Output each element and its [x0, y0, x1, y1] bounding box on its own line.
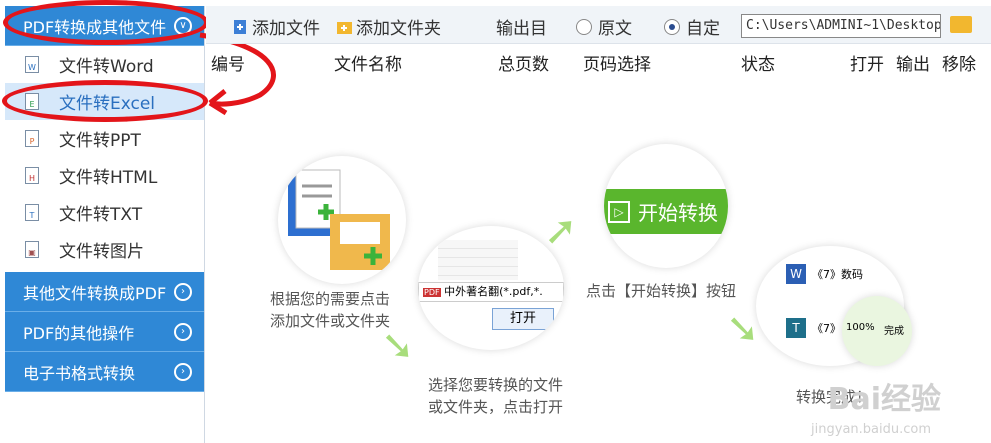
category-other-to-pdf[interactable]: 其他文件转换成PDF ›	[5, 272, 204, 312]
file-list	[438, 240, 518, 280]
radio-button[interactable]	[576, 18, 592, 35]
step1-circle	[278, 156, 406, 284]
radio-button[interactable]	[664, 18, 680, 35]
step-arrow-3-icon: ➘	[726, 306, 760, 352]
col-num: 编号	[211, 55, 245, 75]
toolbar: 添加文件 添加文件夹 输出目 原文 自定 C:\Users\ADMINI~1\D…	[206, 6, 991, 44]
pdf-icon: PDF	[423, 288, 441, 297]
done-item-2: 《7》	[812, 322, 841, 335]
sidebar-item-label: 文件转Word	[59, 57, 154, 77]
sidebar-item-label: 文件转TXT	[59, 205, 143, 225]
col-pages: 总页数	[498, 55, 549, 75]
table-header: 编号 文件名称 总页数 页码选择 状态 打开 输出 移除	[206, 45, 991, 77]
step2-caption: 选择您要转换的文件 或文件夹，点击打开	[428, 376, 564, 416]
col-page-select: 页码选择	[583, 55, 651, 75]
word-icon: W	[786, 264, 806, 284]
html-file-icon: H	[25, 167, 39, 184]
col-filename: 文件名称	[334, 55, 402, 75]
step3-circle: ▷ 开始转换	[604, 144, 728, 268]
radio-custom-label: 自定	[686, 19, 720, 39]
col-output: 输出	[896, 55, 930, 75]
sidebar-item-ppt[interactable]: P 文件转PPT	[5, 120, 204, 157]
step-arrow-2-icon: ➚	[544, 208, 578, 254]
chevron-right-icon: ›	[174, 323, 192, 341]
folder-browse-icon[interactable]	[950, 16, 972, 33]
annotation-circle-category	[3, 0, 209, 45]
sidebar: PDF转换成其他文件 ∨ W 文件转Word E 文件转Excel P 文件转P…	[5, 6, 205, 443]
dialog-filter: (*.pdf,*.	[499, 285, 543, 298]
col-open: 打开	[850, 55, 884, 75]
done-status-text: 完成	[884, 326, 904, 337]
output-dir-label: 输出目	[496, 19, 547, 39]
category-label: 电子书格式转换	[23, 363, 136, 383]
guide-illustration: 根据您的需要点击 添加文件或文件夹 ➘ PDF 中外著名翻(*.pdf,*. 打…	[206, 78, 991, 443]
txt-file-icon: T	[25, 204, 39, 221]
sidebar-item-image[interactable]: ▣ 文件转图片	[5, 231, 204, 268]
annotation-circle-excel	[2, 80, 208, 122]
watermark-url: jingyan.baidu.com	[811, 422, 931, 437]
col-remove: 移除	[942, 55, 976, 75]
sidebar-item-label: 文件转图片	[59, 242, 144, 262]
dialog-open-button: 打开	[492, 308, 554, 330]
add-file-button[interactable]: 添加文件	[232, 14, 320, 39]
add-file-label: 添加文件	[252, 19, 320, 39]
add-folder-button[interactable]: 添加文件夹	[336, 14, 441, 39]
done-row-1: W 《7》数码	[786, 264, 863, 284]
step3-caption: 点击【开始转换】按钮	[586, 282, 737, 300]
add-folder-icon	[337, 21, 352, 34]
done-item-1: 《7》数码	[812, 268, 863, 281]
progress-text: 100%	[846, 322, 875, 333]
start-convert-label: 开始转换	[638, 201, 718, 225]
start-convert-illustration: ▷ 开始转换	[604, 189, 728, 234]
ppt-file-icon: P	[25, 130, 39, 147]
watermark-logo: Bai经验	[827, 382, 941, 417]
sidebar-item-label: 文件转HTML	[59, 168, 158, 188]
word-file-icon: W	[25, 56, 39, 73]
step2-circle: PDF 中外著名翻(*.pdf,*. 打开	[418, 226, 564, 350]
category-ebook-convert[interactable]: 电子书格式转换 ›	[5, 352, 204, 392]
step1-caption: 根据您的需要点击 添加文件或文件夹	[270, 290, 391, 330]
sidebar-item-html[interactable]: H 文件转HTML	[5, 157, 204, 194]
dialog-filename: 中外著名翻	[444, 285, 500, 298]
filename-field: PDF 中外著名翻(*.pdf,*.	[418, 282, 564, 302]
done-row-2: T 《7》	[786, 318, 841, 338]
chevron-right-icon: ›	[174, 363, 192, 381]
chevron-right-icon: ›	[174, 283, 192, 301]
category-pdf-other-ops[interactable]: PDF的其他操作 ›	[5, 312, 204, 352]
sidebar-item-txt[interactable]: T 文件转TXT	[5, 194, 204, 231]
image-file-icon: ▣	[25, 241, 39, 258]
radio-original[interactable]: 原文	[576, 14, 632, 39]
add-folder-label: 添加文件夹	[356, 19, 441, 39]
play-icon: ▷	[608, 200, 630, 223]
col-status: 状态	[741, 55, 775, 75]
radio-original-label: 原文	[598, 19, 632, 39]
category-label: 其他文件转换成PDF	[23, 283, 167, 303]
done-status-circle: 100% 完成	[842, 296, 912, 366]
output-path-input[interactable]: C:\Users\ADMINI~1\Desktop	[741, 14, 941, 38]
add-file-icon	[234, 19, 246, 34]
category-label: PDF的其他操作	[23, 323, 135, 343]
sidebar-item-label: 文件转PPT	[59, 131, 141, 151]
radio-custom[interactable]: 自定	[664, 14, 720, 39]
add-files-illustration-icon	[288, 169, 390, 270]
sidebar-item-word[interactable]: W 文件转Word	[5, 46, 204, 83]
step-arrow-1-icon: ➘	[381, 323, 415, 369]
txt-icon: T	[786, 318, 806, 338]
